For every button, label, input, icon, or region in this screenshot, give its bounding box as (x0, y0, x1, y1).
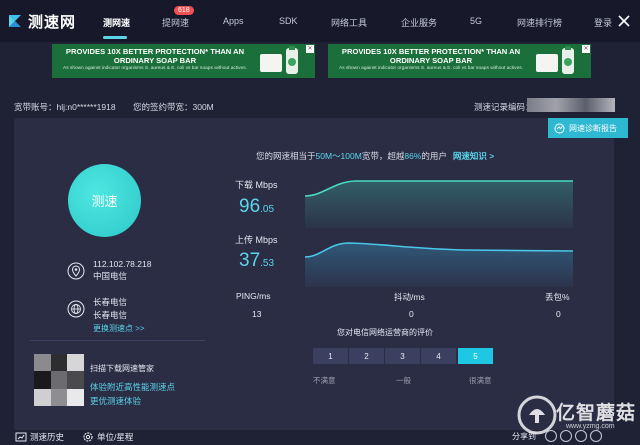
ad-subtitle: As shown against indicator organisms S. … (63, 66, 247, 71)
nav-tab-apps[interactable]: Apps (223, 16, 244, 26)
summary-range: 50M～100M (315, 151, 362, 161)
logo-icon (9, 15, 21, 27)
download-speed-int: 96 (239, 196, 261, 217)
nav-tab-ranking[interactable]: 网速排行榜 (517, 16, 562, 29)
globe-icon (67, 300, 85, 318)
record-code-label: 测速记录编码： (474, 102, 534, 112)
rating-option-5[interactable]: 5 (458, 348, 493, 364)
nav-tab-network-tools[interactable]: 网络工具 (331, 16, 367, 29)
soap-product-icon (260, 46, 298, 74)
nav-tab-sdk[interactable]: SDK (279, 16, 298, 26)
jitter-value: 0 (409, 309, 414, 319)
gear-icon (83, 432, 93, 442)
download-speed-dec: .05 (260, 204, 275, 215)
qr-promo-line2: 更优测速体验 (90, 396, 142, 406)
app-qr-code (34, 354, 84, 406)
location-pin-icon (67, 262, 85, 280)
summary-prefix: 您的网速相当于 (256, 151, 316, 161)
login-link[interactable]: 登录 (594, 16, 612, 29)
rating-option-2[interactable]: 2 (349, 348, 384, 364)
rating-mid-label: 一般 (396, 376, 411, 385)
upload-speed-int: 37 (239, 250, 261, 271)
upload-speed: 37.53 (239, 250, 274, 272)
ad-title: PROVIDES 10X BETTER PROTECTION* THAN AN … (341, 47, 521, 65)
brand-name: 测速网 (28, 13, 77, 31)
rating-option-1[interactable]: 1 (313, 348, 348, 364)
active-tab-indicator (103, 36, 127, 39)
rating-title: 您对电信网络运营商的评价 (337, 328, 433, 337)
speed-summary: 您的网速相当于50M～100M宽带，超越86%的用户 网速知识 > (256, 150, 494, 162)
packet-loss-value: 0 (556, 309, 561, 319)
client-isp: 中国电信 (93, 271, 128, 281)
history-icon (15, 432, 27, 442)
rating-high-label: 很满意 (469, 376, 492, 385)
broadband-account: 宽带账号：hlj:n0******1918 (14, 102, 116, 112)
upload-label: 上传 Mbps (235, 235, 278, 245)
download-graph (305, 180, 573, 228)
nav-tab-enterprise[interactable]: 企业服务 (401, 16, 437, 29)
diagnose-report-label: 网速诊断报告 (569, 123, 617, 133)
diagnose-report-button[interactable]: 网速诊断报告 (548, 118, 628, 138)
contract-bandwidth: 您的签约带宽：300M (133, 102, 214, 112)
qr-title: 扫描下载网速管家 (90, 364, 154, 373)
start-speedtest-label: 测速 (91, 194, 118, 209)
rating-option-4[interactable]: 4 (421, 348, 456, 364)
units-label: 单位/星程 (97, 432, 134, 442)
qr-promo-line1: 体验附近高性能测速点 (90, 382, 176, 392)
nav-tab-boost[interactable]: 提网速 (162, 16, 189, 29)
upload-speed-dec: .53 (260, 258, 275, 269)
ping-label: PING/ms (236, 291, 271, 301)
ad-close-icon[interactable]: ✕ (306, 45, 314, 53)
change-server-link[interactable]: 更换测速点 >> (93, 323, 145, 334)
download-speed: 96.05 (239, 196, 274, 218)
record-code-redacted (527, 98, 615, 112)
nav-tab-speedtest[interactable]: 测网速 (103, 16, 130, 29)
ad-close-icon[interactable]: ✕ (582, 45, 590, 53)
summary-middle: 宽带，超越 (361, 151, 405, 161)
brand-logo[interactable]: 测速网 (6, 10, 76, 32)
rating-low-label: 不满意 (313, 376, 336, 385)
soap-product-icon (536, 46, 574, 74)
nav-tab-5g[interactable]: 5G (470, 16, 482, 26)
watermark-name: 亿智蘑菇 (556, 403, 637, 424)
nav-badge: 618 (174, 6, 194, 15)
summary-suffix: 的用户 (421, 151, 447, 161)
upload-graph (305, 242, 573, 287)
watermark-url: www.yzmg.com (566, 423, 615, 430)
close-icon[interactable] (617, 14, 631, 28)
ad-subtitle: As shown against indicator organisms S. … (339, 66, 523, 71)
server-name: 长春电信 (93, 297, 128, 307)
server-isp: 长春电信 (93, 310, 128, 320)
history-button[interactable]: 测速历史 (15, 431, 64, 443)
history-label: 测速历史 (30, 432, 65, 442)
ping-value: 13 (252, 309, 262, 319)
ad-banner[interactable]: PROVIDES 10X BETTER PROTECTION* THAN AN … (328, 44, 591, 78)
packet-loss-label: 丢包% (545, 292, 570, 302)
speed-knowledge-link[interactable]: 网速知识 > (453, 151, 494, 161)
units-settings-button[interactable]: 单位/星程 (82, 431, 133, 443)
ad-title: PROVIDES 10X BETTER PROTECTION* THAN AN … (65, 47, 245, 65)
start-speedtest-button[interactable]: 测速 (68, 164, 141, 237)
rating-option-3[interactable]: 3 (385, 348, 420, 364)
jitter-label: 抖动/ms (394, 292, 425, 302)
download-label: 下载 Mbps (235, 180, 278, 190)
report-icon (554, 123, 565, 133)
side-divider (30, 340, 205, 341)
ad-banner[interactable]: PROVIDES 10X BETTER PROTECTION* THAN AN … (52, 44, 315, 78)
client-ip: 112.102.78.218 (93, 259, 152, 269)
summary-percent: 86% (404, 151, 422, 161)
